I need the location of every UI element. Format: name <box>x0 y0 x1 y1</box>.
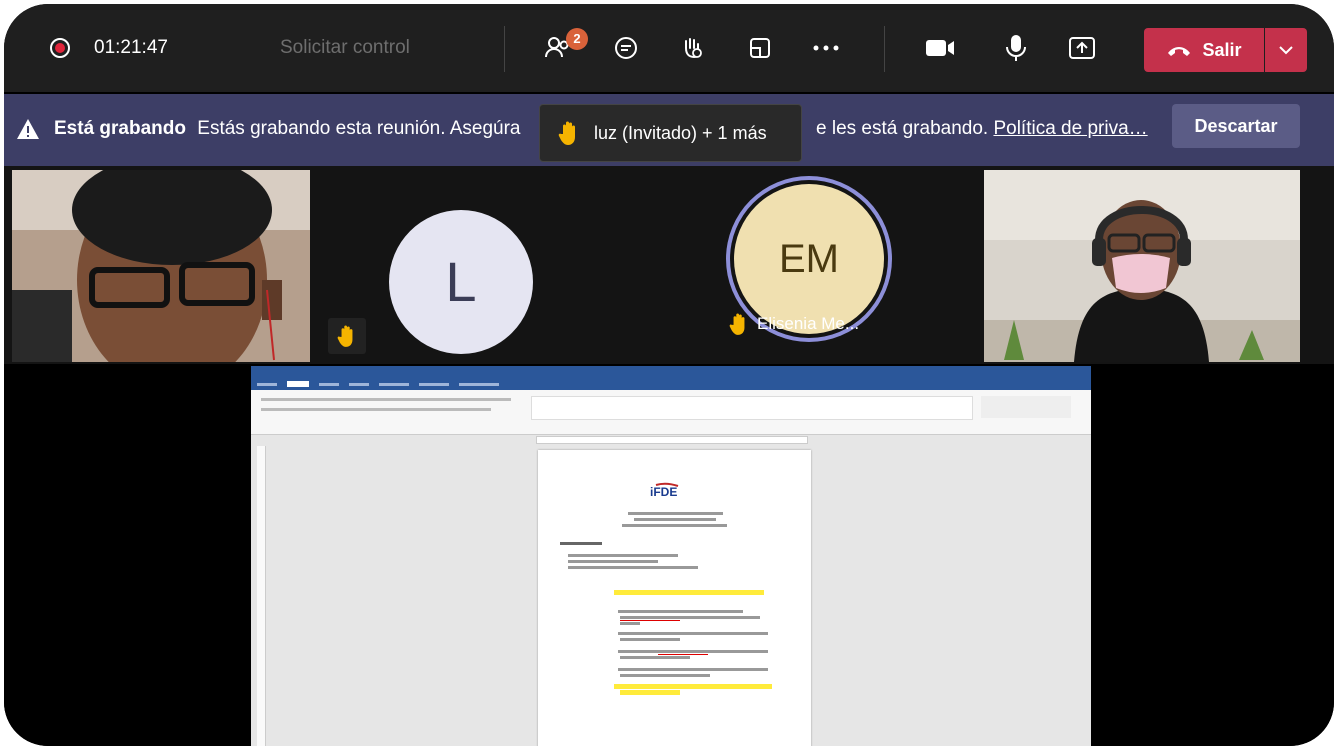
participant-avatar-L[interactable]: L <box>389 210 533 354</box>
word-ribbon <box>251 390 1091 435</box>
raised-hand-indicator <box>328 318 366 354</box>
meeting-timer: 01:21:47 <box>94 37 168 58</box>
privacy-policy-link[interactable]: Política de priva… <box>993 118 1147 139</box>
chat-icon[interactable] <box>608 30 644 66</box>
participant-video-woman[interactable] <box>984 170 1300 362</box>
raised-hand-icon <box>729 313 745 335</box>
leave-label: Salir <box>1202 39 1242 60</box>
document-page: iFDE <box>538 450 811 746</box>
banner-text-right: e les está grabando. <box>816 118 989 139</box>
participant-name-label: Elisenia Me... <box>729 312 859 336</box>
raise-hand-icon[interactable] <box>674 30 710 66</box>
toolbar-divider <box>504 26 505 72</box>
share-screen-icon[interactable] <box>1064 30 1100 66</box>
toolbar-divider <box>884 26 885 72</box>
warning-icon <box>16 118 40 145</box>
raised-hands-tooltip: luz (Invitado) + 1 más <box>539 104 802 162</box>
record-icon <box>50 38 70 58</box>
more-options-icon[interactable] <box>808 30 844 66</box>
word-title-bar <box>251 366 1091 378</box>
chevron-down-icon <box>1279 46 1293 55</box>
ifde-logo: iFDE <box>650 482 679 499</box>
mic-icon[interactable] <box>998 30 1034 66</box>
meeting-toolbar: 01:21:47 Solicitar control 2 Salir <box>4 4 1334 92</box>
raised-hand-icon <box>558 121 575 145</box>
raised-hand-icon <box>337 325 353 347</box>
banner-message: Está grabando Estás grabando esta reunió… <box>54 118 521 140</box>
svg-text:iFDE: iFDE <box>650 485 677 499</box>
banner-message-end: e les está grabando. Política de priva… <box>816 118 1148 140</box>
word-ruler <box>536 436 808 444</box>
participants-count-badge: 2 <box>566 28 588 50</box>
participant-name: Elisenia Me... <box>757 314 860 333</box>
banner-text-left: Estás grabando esta reunión. Asegúra <box>197 118 521 139</box>
breakout-rooms-icon[interactable] <box>742 30 778 66</box>
phone-icon <box>1168 47 1191 56</box>
leave-button[interactable]: Salir <box>1144 28 1264 72</box>
shared-word-document[interactable]: iFDE <box>251 366 1091 746</box>
participant-video-man[interactable] <box>12 170 310 362</box>
tooltip-text: luz (Invitado) + 1 más <box>594 122 767 143</box>
request-control-button[interactable]: Solicitar control <box>280 37 410 59</box>
word-ribbon-tabs <box>251 378 1091 390</box>
dismiss-button[interactable]: Descartar <box>1172 104 1300 148</box>
leave-options-chevron[interactable] <box>1265 28 1307 72</box>
teams-meeting-window: 01:21:47 Solicitar control 2 Salir Está … <box>4 4 1334 746</box>
banner-title: Está grabando <box>54 118 186 139</box>
camera-icon[interactable] <box>922 30 958 66</box>
word-vertical-ruler <box>257 446 266 746</box>
